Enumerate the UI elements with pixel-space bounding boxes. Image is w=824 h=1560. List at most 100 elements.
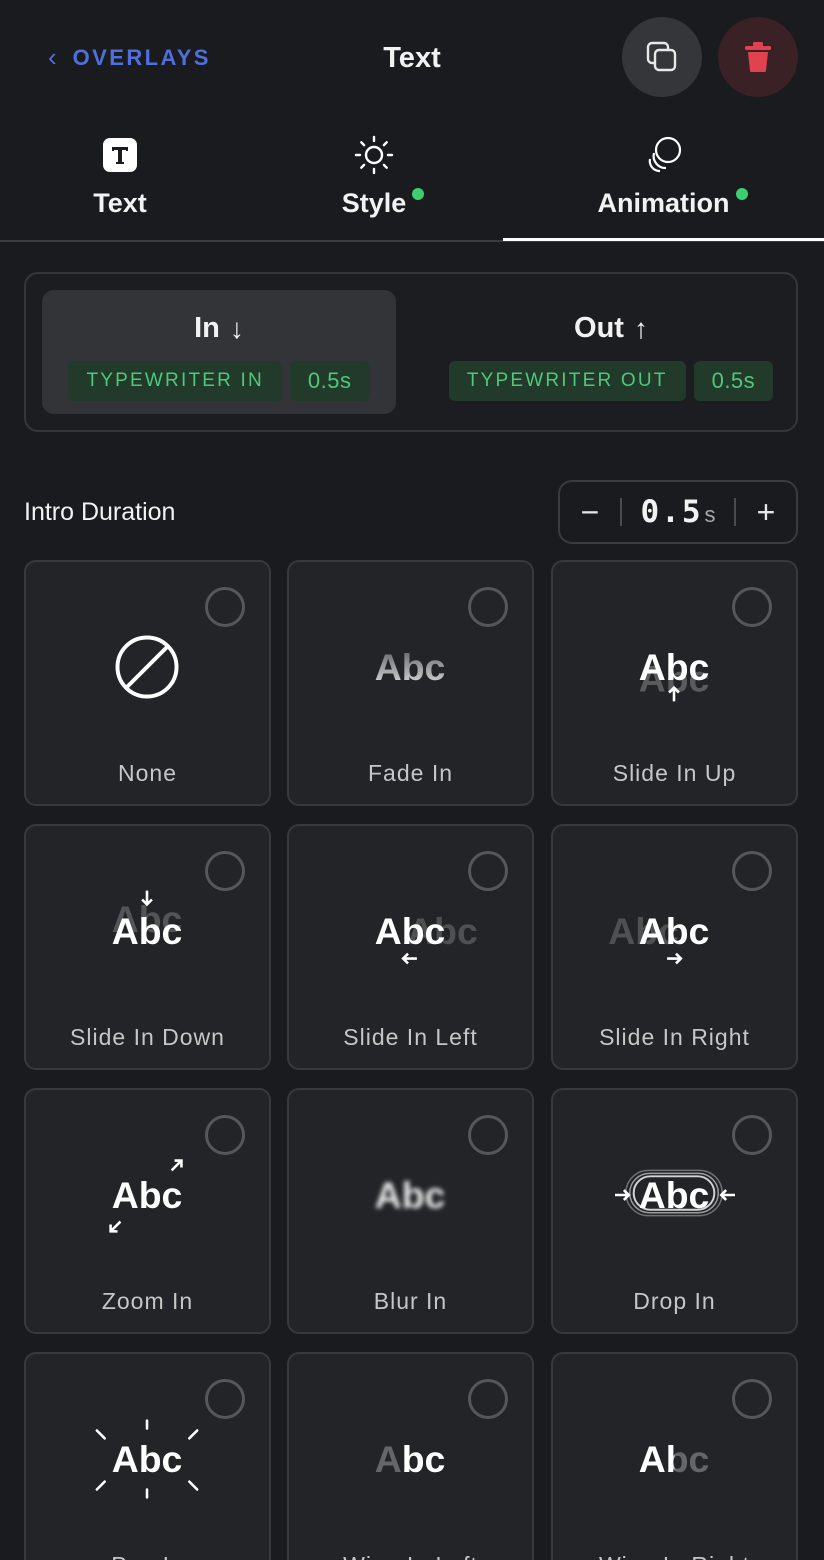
preview-text: Abc <box>639 910 710 952</box>
animation-label: Fade In <box>368 760 453 786</box>
radio-button[interactable] <box>732 1115 772 1155</box>
animation-icon <box>648 136 681 173</box>
none-icon <box>115 635 179 699</box>
in-label: In <box>194 312 220 344</box>
expand-arrow-icon <box>109 1220 122 1233</box>
slide-in-down-preview: Abc Abc <box>112 890 183 952</box>
intro-duration-label: Intro Duration <box>24 498 176 526</box>
out-animation-card[interactable]: Out ↑ TYPEWRITER OUT 0.5s <box>438 290 784 414</box>
animation-label: Pop In <box>26 1552 269 1560</box>
fade-in-preview: Abc <box>375 646 446 688</box>
in-out-panel: In ↓ TYPEWRITER IN 0.5s Out ↑ TYPEWRITER… <box>24 272 798 432</box>
animation-option-none[interactable]: None <box>24 560 271 806</box>
status-dot <box>412 188 425 200</box>
radio-button[interactable] <box>205 1379 245 1419</box>
animation-option-slide-in-up[interactable]: Abc Abc Slide In Up <box>551 560 798 806</box>
animation-option-pop-in[interactable]: Abc Pop In <box>24 1352 271 1560</box>
sun-icon <box>354 135 394 175</box>
tab-style-label: Style <box>341 188 425 219</box>
duration-number: 0.5 <box>640 494 703 530</box>
animation-label: Blur In <box>373 1288 448 1314</box>
decrement-button[interactable]: − <box>560 482 620 542</box>
radio-button[interactable] <box>468 851 508 891</box>
arrow-down-icon: ↓ <box>229 312 244 344</box>
status-dot <box>735 188 748 200</box>
in-animation-card[interactable]: In ↓ TYPEWRITER IN 0.5s <box>42 290 396 414</box>
tab-animation-text: Animation <box>597 188 730 218</box>
animation-option-slide-in-down[interactable]: Abc Abc Slide In Down <box>24 824 271 1070</box>
preview-text: Abc <box>639 646 710 688</box>
animation-option-wipe-in-left[interactable]: Abc Wipe In Left <box>287 1352 534 1560</box>
tab-bar: Text Style Animation <box>0 128 824 242</box>
arrow-left-icon <box>719 1189 736 1201</box>
radio-button[interactable] <box>205 1115 245 1155</box>
radio-button[interactable] <box>732 1379 772 1419</box>
duplicate-button[interactable] <box>622 17 702 97</box>
animation-label: Wipe In Left <box>289 1552 532 1560</box>
radio-button[interactable] <box>732 851 772 891</box>
arrow-left-icon <box>401 952 417 965</box>
animation-label: Slide In Up <box>612 760 737 786</box>
animation-option-slide-in-left[interactable]: Abc Abc Slide In Left <box>287 824 534 1070</box>
preview-text: Abc <box>639 1438 710 1480</box>
radio-button[interactable] <box>468 1379 508 1419</box>
in-effect-badge: TYPEWRITER IN <box>68 361 282 401</box>
slide-in-right-preview: Abc Abc <box>608 910 710 965</box>
tab-animation[interactable]: Animation <box>503 128 824 240</box>
preview-text: Abc <box>112 1174 183 1216</box>
animation-option-wipe-in-right[interactable]: Abc Wipe In Right <box>551 1352 798 1560</box>
preview-text: Abc <box>375 1438 446 1480</box>
duration-value[interactable]: 0.5s <box>622 494 734 530</box>
animation-option-blur-in[interactable]: Abc Blur In <box>287 1088 534 1334</box>
preview-text: Abc <box>375 1174 446 1216</box>
animation-label: None <box>118 760 177 786</box>
blur-in-preview: Abc <box>375 1174 446 1216</box>
animation-option-fade-in[interactable]: Abc Fade In <box>287 560 534 806</box>
animation-option-drop-in[interactable]: Abc Drop In <box>551 1088 798 1334</box>
copy-icon <box>646 41 677 72</box>
animation-label: Drop In <box>633 1288 716 1314</box>
animation-label: Zoom In <box>101 1288 194 1314</box>
out-label: Out <box>574 312 624 344</box>
back-to-overlays-link[interactable]: ‹ OVERLAYS <box>48 38 211 78</box>
wipe-in-right-preview: Abc <box>639 1438 710 1480</box>
slide-in-up-preview: Abc Abc <box>639 646 710 702</box>
trash-icon <box>745 42 771 72</box>
chevron-left-icon: ‹ <box>48 42 57 72</box>
animation-label: Slide In Left <box>343 1024 478 1050</box>
arrow-up-icon: ↑ <box>633 312 648 344</box>
duration-unit: s <box>704 502 716 527</box>
drop-in-preview: Abc <box>614 1169 736 1217</box>
expand-arrow-icon <box>170 1159 183 1172</box>
duration-stepper: − 0.5s + <box>558 480 798 544</box>
animation-option-slide-in-right[interactable]: Abc Abc Slide In Right <box>551 824 798 1070</box>
radio-button[interactable] <box>468 587 508 627</box>
tab-text[interactable]: Text <box>40 128 200 240</box>
tab-text-label: Text <box>93 188 147 218</box>
radio-button[interactable] <box>205 851 245 891</box>
animation-option-zoom-in[interactable]: Abc Zoom In <box>24 1088 271 1334</box>
out-duration-badge: 0.5s <box>693 361 774 401</box>
text-t-icon <box>103 138 137 172</box>
preview-text: Abc <box>639 1174 710 1216</box>
radio-button[interactable] <box>732 587 772 627</box>
arrow-right-icon <box>614 1189 631 1201</box>
increment-button[interactable]: + <box>736 482 796 542</box>
delete-button[interactable] <box>718 17 798 97</box>
preview-text: Abc <box>112 1438 183 1480</box>
out-effect-badge: TYPEWRITER OUT <box>448 361 686 401</box>
radio-button[interactable] <box>468 1115 508 1155</box>
preview-text: Abc <box>375 646 446 688</box>
tab-style[interactable]: Style <box>294 128 454 240</box>
animation-label: Slide In Right <box>599 1024 750 1050</box>
animation-label: Wipe In Right <box>553 1552 796 1560</box>
tab-style-text: Style <box>341 188 407 218</box>
radio-button[interactable] <box>205 587 245 627</box>
header: ‹ OVERLAYS Text <box>0 0 824 115</box>
preview-text: Abc <box>112 910 183 952</box>
arrow-right-icon <box>667 952 683 965</box>
slide-in-left-preview: Abc Abc <box>375 910 478 965</box>
animation-label: Slide In Down <box>70 1024 225 1050</box>
zoom-in-preview: Abc <box>109 1159 183 1233</box>
in-duration-badge: 0.5s <box>289 361 370 401</box>
